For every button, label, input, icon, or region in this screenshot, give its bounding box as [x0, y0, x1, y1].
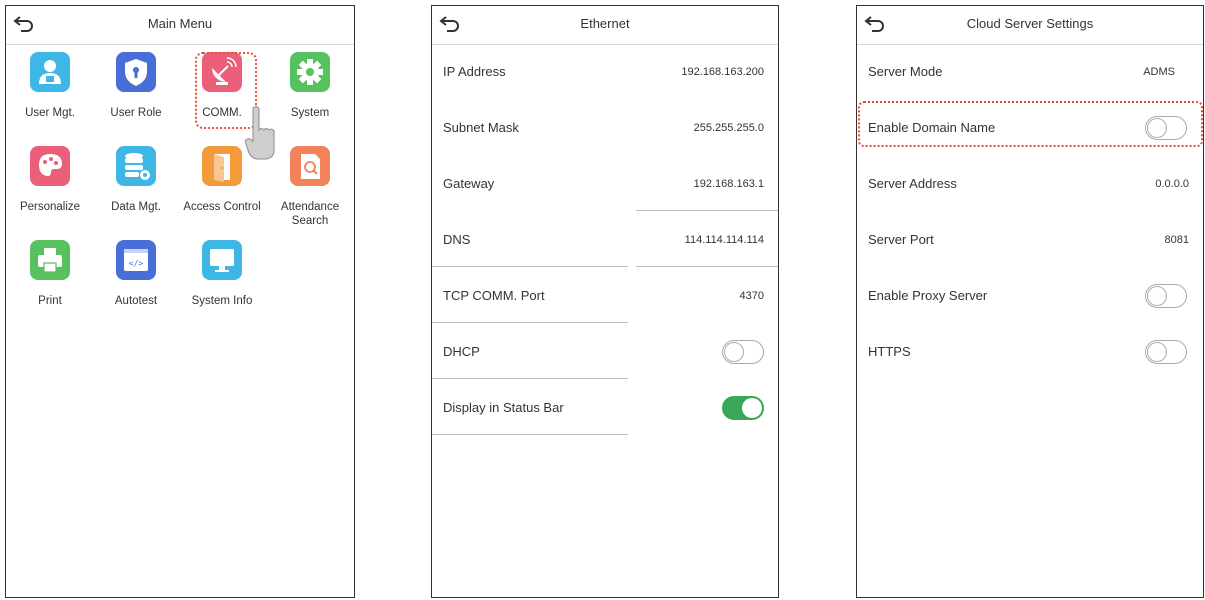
code-window-icon: </> — [116, 240, 156, 280]
enable-domain-name-row[interactable]: Enable Domain Name — [857, 100, 1203, 156]
https-toggle[interactable] — [1145, 340, 1187, 364]
tcp-comm-port-row[interactable]: TCP COMM. Port 4370 — [432, 268, 778, 324]
row-value: ADMS — [1143, 66, 1175, 78]
title-bar: Cloud Server Settings — [857, 6, 1203, 45]
enable-proxy-server-row[interactable]: Enable Proxy Server — [857, 268, 1203, 324]
row-label: Server Address — [868, 176, 957, 191]
svg-text:</>: </> — [129, 259, 144, 268]
row-value: 8081 — [1164, 234, 1189, 246]
menu-item-label: System Info — [191, 295, 253, 307]
menu-item-personalize[interactable]: Personalize — [6, 140, 94, 232]
divider — [432, 378, 628, 379]
divider — [432, 434, 628, 435]
row-label: Display in Status Bar — [443, 400, 564, 415]
row-value: 192.168.163.1 — [693, 178, 764, 190]
row-value: 255.255.255.0 — [693, 122, 764, 134]
menu-item-label: Data Mgt. — [111, 201, 161, 213]
enable-domain-name-toggle[interactable] — [1145, 116, 1187, 140]
menu-item-label: Autotest — [114, 295, 158, 307]
row-value: 192.168.163.200 — [681, 66, 764, 78]
menu-item-system-info[interactable]: System Info — [178, 234, 266, 326]
server-mode-row[interactable]: Server Mode ADMS — [857, 44, 1203, 100]
door-icon — [202, 146, 242, 186]
menu-item-label: Print — [38, 295, 62, 307]
title-bar: Main Menu — [6, 6, 354, 45]
toggle-knob — [1147, 342, 1167, 362]
divider — [636, 266, 778, 267]
dhcp-row[interactable]: DHCP — [432, 324, 778, 380]
toggle-knob — [742, 398, 762, 418]
row-label: DHCP — [443, 344, 480, 359]
user-icon — [30, 52, 70, 92]
row-value: 0.0.0.0 — [1155, 178, 1189, 190]
menu-item-label: Personalize — [19, 201, 81, 213]
printer-icon — [30, 240, 70, 280]
server-address-row[interactable]: Server Address 0.0.0.0 — [857, 156, 1203, 212]
row-label: DNS — [443, 232, 471, 247]
subnet-mask-row[interactable]: Subnet Mask 255.255.255.0 — [432, 100, 778, 156]
menu-item-label: User Mgt. — [25, 107, 75, 119]
title-bar: Ethernet — [432, 6, 778, 45]
gear-icon — [290, 52, 330, 92]
ip-address-row[interactable]: IP Address 192.168.163.200 — [432, 44, 778, 100]
cloud-server-settings-screen: Cloud Server Settings Server Mode ADMS E… — [856, 5, 1204, 598]
row-label: Enable Proxy Server — [868, 288, 988, 303]
search-document-icon — [290, 146, 330, 186]
shield-icon — [116, 52, 156, 92]
menu-item-user-role[interactable]: User Role — [92, 46, 180, 138]
menu-item-system[interactable]: System — [266, 46, 354, 138]
menu-item-label: Attendance Search — [280, 201, 340, 227]
menu-item-print[interactable]: Print — [6, 234, 94, 326]
toggle-knob — [724, 342, 744, 362]
server-port-row[interactable]: Server Port 8081 — [857, 212, 1203, 268]
menu-item-label: Access Control — [183, 201, 261, 213]
display-status-bar-toggle[interactable] — [722, 396, 764, 420]
https-row[interactable]: HTTPS — [857, 324, 1203, 380]
row-label: Server Port — [868, 232, 934, 247]
menu-item-attendance-search[interactable]: Attendance Search — [266, 140, 354, 232]
row-label: Gateway — [443, 176, 495, 191]
menu-item-label: User Role — [110, 107, 162, 119]
enable-proxy-server-toggle[interactable] — [1145, 284, 1187, 308]
toggle-knob — [1147, 118, 1167, 138]
divider — [432, 266, 628, 267]
toggle-knob — [1147, 286, 1167, 306]
divider — [636, 210, 778, 211]
pointing-hand-icon — [244, 106, 275, 160]
row-value: 114.114.114.114 — [684, 234, 764, 246]
divider — [432, 322, 628, 323]
row-label: TCP COMM. Port — [443, 288, 545, 303]
menu-item-user-mgt[interactable]: User Mgt. — [6, 46, 94, 138]
monitor-icon — [202, 240, 242, 280]
display-status-bar-row[interactable]: Display in Status Bar — [432, 380, 778, 436]
row-label: HTTPS — [868, 344, 911, 359]
palette-icon — [30, 146, 70, 186]
gateway-row[interactable]: Gateway 192.168.163.1 — [432, 156, 778, 212]
menu-item-autotest[interactable]: </> Autotest — [92, 234, 180, 326]
page-title: Cloud Server Settings — [966, 16, 1094, 31]
row-label: Subnet Mask — [443, 120, 519, 135]
menu-item-data-mgt[interactable]: Data Mgt. — [92, 140, 180, 232]
dns-row[interactable]: DNS 114.114.114.114 — [432, 212, 778, 268]
menu-item-label: System — [290, 107, 330, 119]
main-menu-screen: Main Menu User Mgt. User Role COMM. Syst… — [5, 5, 355, 598]
row-value: 4370 — [739, 290, 764, 302]
ethernet-screen: Ethernet IP Address 192.168.163.200 Subn… — [431, 5, 779, 598]
page-title: Main Menu — [147, 16, 213, 31]
row-label: Server Mode — [868, 64, 943, 79]
page-title: Ethernet — [580, 16, 630, 31]
dhcp-toggle[interactable] — [722, 340, 764, 364]
row-label: IP Address — [443, 64, 506, 79]
database-icon — [116, 146, 156, 186]
row-label: Enable Domain Name — [868, 120, 996, 135]
